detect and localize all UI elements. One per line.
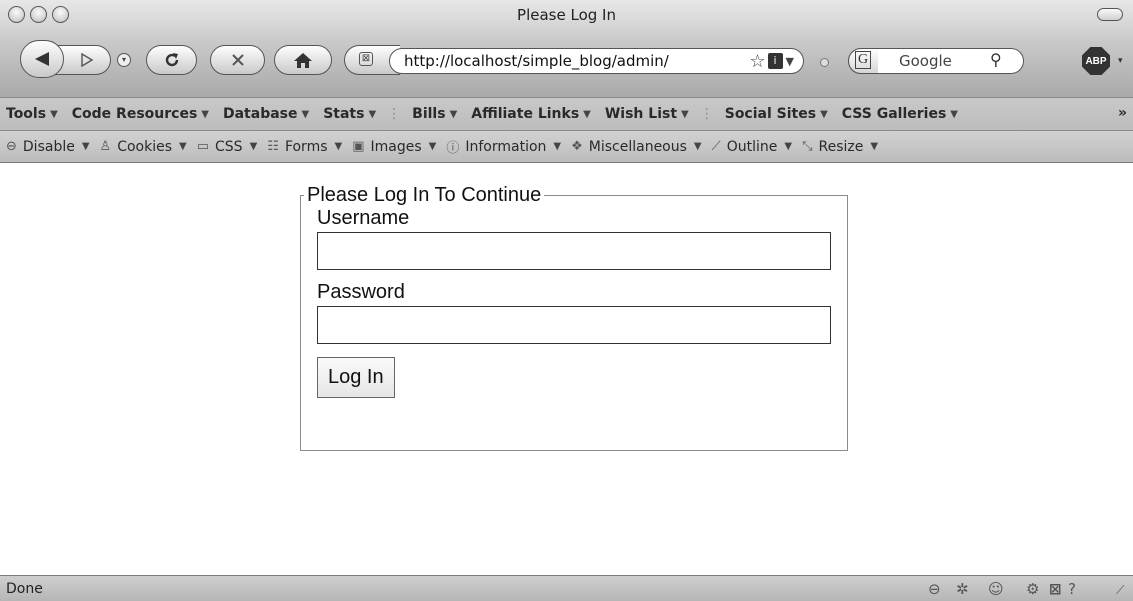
history-dropdown-icon[interactable]: ▾ [117,53,131,67]
reload-icon [165,53,178,67]
bookmark-bills[interactable]: Bills ▼ [412,106,457,122]
page-info-icon[interactable]: i [767,53,783,69]
abp-dropdown-icon[interactable]: ▾ [1118,56,1123,66]
bookmark-css-galleries[interactable]: CSS Galleries ▼ [842,106,958,122]
bookmarks-toolbar: Tools ▼ Code Resources ▼ Database ▼ Stats ▼ … [0,97,1133,131]
toolbar-toggle-button[interactable] [1097,8,1123,21]
webdev-miscellaneous-menu[interactable]: ❖ Miscellaneous ▼ [571,139,702,155]
status-help-icon[interactable]: ? [1068,580,1076,598]
forward-arrow-icon [80,53,93,67]
bookmark-affiliate-links[interactable]: Affiliate Links ▼ [471,106,591,122]
bookmark-separator: ⋮ [387,106,402,122]
stop-icon [231,54,244,66]
window-title: Please Log In [517,6,616,24]
separator-dot-icon [820,58,829,67]
resize-icon: ⤡ [802,139,813,154]
bookmark-star-icon[interactable]: ☆ [749,51,765,72]
address-bar[interactable]: http://localhost/simple_blog/admin/ ☆ i … [389,48,804,74]
forms-icon: ☷ [267,139,279,154]
address-url: http://localhost/simple_blog/admin/ [404,52,669,70]
back-button[interactable] [20,40,64,78]
username-input[interactable] [317,232,831,270]
bookmark-separator: ⋮ [699,106,714,122]
reload-button[interactable] [146,45,197,75]
url-dropdown-icon[interactable]: ▼ [786,55,794,68]
status-validator-icon[interactable]: ⊠ [1049,580,1062,598]
status-bar: Done ⊖ ✲ ☺ ⚙ ⊠ ? ⟋ [0,575,1133,601]
outline-icon: ⟋ [711,139,721,154]
webdev-outline-menu[interactable]: ⟋ Outline ▼ [712,139,792,155]
webdev-disable-menu[interactable]: ⊖ Disable ▼ [6,139,90,155]
search-placeholder: Google [899,52,952,70]
home-icon [294,53,312,68]
search-engine-selector[interactable]: G [848,48,878,74]
bookmark-database[interactable]: Database ▼ [223,106,309,122]
username-label: Username [317,207,410,229]
webdev-forms-menu[interactable]: ☷ Forms ▼ [267,139,342,155]
webdev-images-menu[interactable]: ▣ Images ▼ [352,139,436,155]
webdev-css-menu[interactable]: ▭ CSS ▼ [197,139,258,155]
status-text: Done [6,581,43,597]
site-favicon-icon: ⊠ [359,52,373,66]
information-icon: ⓘ [446,141,460,156]
status-firebug-icon[interactable]: ✲ [956,580,969,598]
password-input[interactable] [317,306,831,344]
login-fieldset: Please Log In To Continue Username Passw… [300,184,848,451]
webdev-resize-menu[interactable]: ⤡ Resize ▼ [802,139,878,155]
window-title-bar: Please Log In [0,0,1133,35]
bookmark-social-sites[interactable]: Social Sites ▼ [725,106,828,122]
cookies-icon: ♙ [99,139,112,154]
google-logo-icon: G [855,51,871,69]
status-addon-icon[interactable]: ⚙ [1026,580,1039,598]
abp-icon: ABP [1085,55,1107,67]
log-in-button[interactable]: Log In [317,357,395,398]
bookmark-code-resources[interactable]: Code Resources ▼ [72,106,209,122]
status-disable-icon[interactable]: ⊖ [928,580,941,598]
webdev-cookies-menu[interactable]: ♙ Cookies ▼ [100,139,187,155]
images-icon: ▣ [352,139,365,154]
bookmark-tools[interactable]: Tools ▼ [6,106,58,122]
disable-icon: ⊖ [6,139,17,154]
miscellaneous-icon: ❖ [571,139,583,154]
web-developer-toolbar: ⊖ Disable ▼ ♙ Cookies ▼ ▭ CSS ▼ ☷ Forms ▼ ▣ Image… [0,131,1133,163]
search-magnifier-icon[interactable]: ⚲ [990,50,1002,69]
status-greasemonkey-icon[interactable]: ☺ [988,580,1004,598]
css-icon: ▭ [196,139,210,154]
bookmark-stats[interactable]: Stats ▼ [323,106,376,122]
login-legend: Please Log In To Continue [307,184,542,206]
webdev-information-menu[interactable]: ⓘ Information ▼ [446,137,561,157]
back-arrow-icon [35,52,49,66]
page-content: Please Log In To Continue Username Passw… [0,163,1133,575]
bookmarks-overflow-chevron-icon[interactable]: » [1118,105,1127,121]
stop-button[interactable] [210,45,265,75]
resize-grip-icon[interactable]: ⟋ [1116,583,1124,598]
home-button[interactable] [274,45,332,75]
bookmark-wish-list[interactable]: Wish List ▼ [605,106,689,122]
password-label: Password [317,281,405,303]
